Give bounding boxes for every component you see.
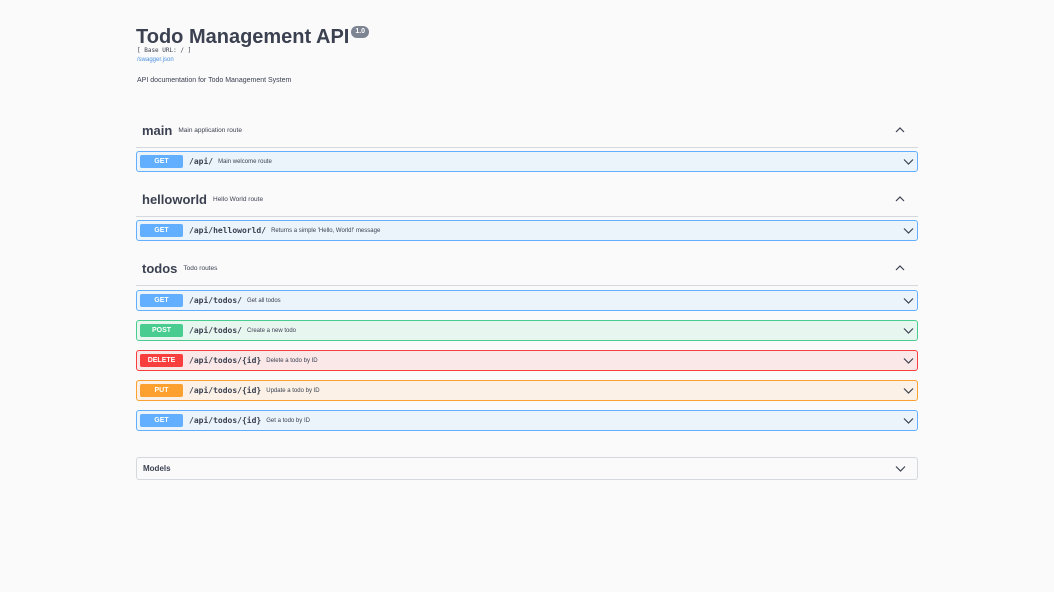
tag-description: Todo routes [183, 265, 218, 272]
chevron-down-icon[interactable] [903, 296, 914, 305]
tag-section-helloworld: helloworld Hello World route GET /api/he… [136, 182, 918, 241]
operation-row[interactable]: DELETE /api/todos/{id} Delete a todo by … [136, 350, 918, 371]
tag-name: todos [142, 260, 178, 276]
operation-path: /api/helloworld/ [189, 226, 267, 235]
chevron-down-icon[interactable] [903, 386, 914, 395]
chevron-down-icon[interactable] [903, 226, 914, 235]
operation-row[interactable]: GET /api/helloworld/ Returns a simple 'H… [136, 220, 918, 241]
operation-summary: Main welcome route [218, 158, 272, 165]
models-title: Models [143, 464, 171, 473]
method-badge: GET [140, 294, 183, 307]
api-description: API documentation for Todo Management Sy… [137, 77, 292, 84]
operation-summary: Get all todos [246, 297, 281, 304]
operation-row[interactable]: GET /api/todos/{id} Get a todo by ID [136, 410, 918, 431]
operation-row[interactable]: PUT /api/todos/{id} Update a todo by ID [136, 380, 918, 401]
models-section[interactable]: Models [136, 457, 918, 480]
tag-name: helloworld [142, 191, 207, 207]
chevron-up-icon[interactable] [894, 125, 906, 135]
chevron-up-icon[interactable] [894, 194, 906, 204]
chevron-down-icon[interactable] [903, 416, 914, 425]
chevron-up-icon[interactable] [894, 263, 906, 273]
operation-summary: Update a todo by ID [266, 387, 320, 394]
tag-header-helloworld[interactable]: helloworld Hello World route [136, 182, 918, 217]
method-badge: GET [140, 224, 183, 237]
operation-summary: Delete a todo by ID [266, 357, 318, 364]
chevron-down-icon[interactable] [903, 356, 914, 365]
chevron-down-icon[interactable] [903, 157, 914, 166]
chevron-down-icon[interactable] [895, 464, 906, 473]
method-badge: DELETE [140, 354, 183, 367]
api-title-row: Todo Management API 1.0 [136, 25, 370, 49]
chevron-down-icon[interactable] [903, 326, 914, 335]
tag-name: main [142, 122, 173, 138]
tag-section-main: main Main application route GET /api/ Ma… [136, 113, 918, 172]
operation-row[interactable]: GET /api/ Main welcome route [136, 151, 918, 172]
operation-summary: Create a new todo [246, 327, 297, 334]
operation-path: /api/todos/ [189, 326, 242, 335]
operation-summary: Get a todo by ID [266, 417, 310, 424]
method-badge: POST [140, 324, 183, 337]
operation-path: /api/todos/{id} [189, 356, 262, 365]
tag-section-todos: todos Todo routes GET /api/todos/ Get al… [136, 251, 918, 431]
tag-header-main[interactable]: main Main application route [136, 113, 918, 148]
method-badge: PUT [140, 384, 183, 397]
operation-summary: Returns a simple 'Hello, World!' message [271, 227, 381, 234]
operation-path: /api/todos/ [189, 296, 242, 305]
api-title: Todo Management API [136, 26, 350, 48]
swagger-json-link[interactable]: /swagger.json [137, 57, 174, 63]
operation-row[interactable]: GET /api/todos/ Get all todos [136, 290, 918, 311]
operation-path: /api/ [189, 157, 214, 166]
tag-description: Hello World route [213, 196, 264, 203]
operation-path: /api/todos/{id} [189, 416, 262, 425]
method-badge: GET [140, 155, 183, 168]
operation-path: /api/todos/{id} [189, 386, 262, 395]
tag-header-todos[interactable]: todos Todo routes [136, 251, 918, 286]
tag-description: Main application route [178, 127, 242, 134]
operation-row[interactable]: POST /api/todos/ Create a new todo [136, 320, 918, 341]
version-badge: 1.0 [351, 26, 370, 38]
base-url: [ Base URL: / ] [137, 47, 192, 54]
method-badge: GET [140, 414, 183, 427]
